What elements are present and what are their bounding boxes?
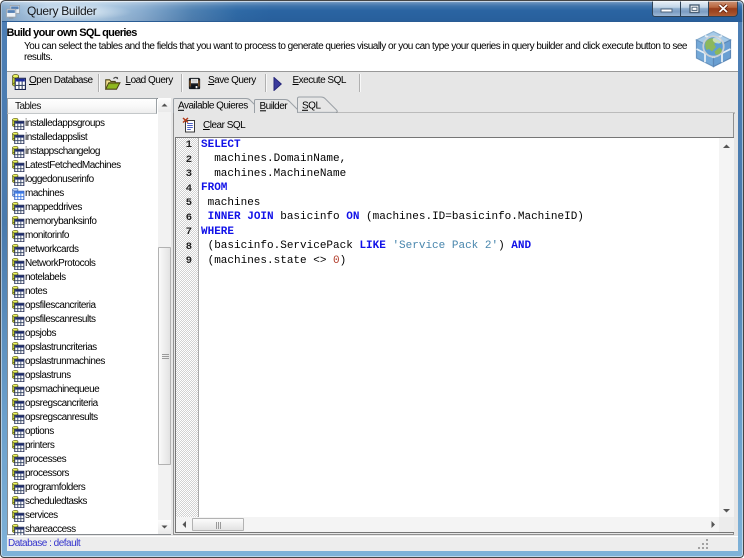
svg-text:SQL: SQL (302, 100, 321, 111)
svg-text:Available Quieres: Available Quieres (178, 100, 248, 111)
svg-text:Builder: Builder (260, 101, 289, 112)
